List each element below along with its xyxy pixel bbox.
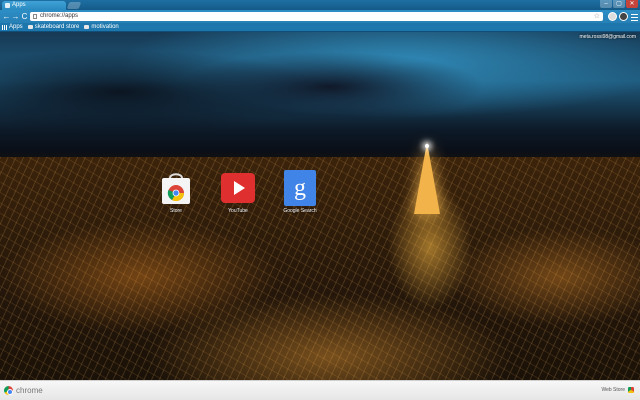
google-search-icon: g — [283, 170, 317, 206]
address-url: chrome://apps — [40, 13, 79, 19]
apps-page: meta.rossi98@gmail.com Store YouTube g G… — [0, 32, 640, 380]
bookmark-motivation[interactable]: motivation — [84, 24, 119, 30]
close-button[interactable]: ✕ — [626, 0, 638, 8]
window-controls: – ▢ ✕ — [599, 0, 638, 10]
folder-icon — [84, 25, 90, 29]
eiffel-tower — [414, 142, 440, 214]
webstore-link[interactable]: Web Store — [601, 387, 634, 393]
address-bar[interactable]: chrome://apps ☆ — [30, 12, 603, 21]
app-store[interactable]: Store — [145, 170, 207, 214]
reload-button[interactable]: C — [20, 12, 29, 21]
bookmark-apps[interactable]: Apps — [2, 24, 23, 30]
bookmark-label: skateboard store — [34, 24, 80, 30]
eiffel-light — [425, 144, 429, 148]
app-label: Google Search — [283, 208, 317, 214]
back-button[interactable]: ← — [2, 12, 11, 21]
bookmark-skateboard-store[interactable]: skateboard store — [27, 24, 80, 30]
minimize-button[interactable]: – — [600, 0, 612, 8]
tab-apps[interactable]: Apps — [2, 1, 66, 10]
apps-tab-icon — [5, 3, 10, 8]
brand-text: chrome — [16, 386, 43, 395]
toolbar: ← → C chrome://apps ☆ — [0, 10, 640, 23]
app-grid: Store YouTube g Google Search — [145, 170, 331, 214]
app-label: Store — [170, 208, 182, 214]
extension-icon[interactable] — [619, 12, 628, 21]
tab-strip: Apps – ▢ ✕ — [0, 0, 640, 10]
bookmark-label: motivation — [91, 24, 119, 30]
app-label: YouTube — [228, 208, 248, 214]
bookmarks-bar: Apps skateboard store motivation — [0, 23, 640, 32]
folder-icon — [27, 25, 33, 29]
app-google-search[interactable]: g Google Search — [269, 170, 331, 214]
bottom-bar: chrome Web Store — [0, 380, 640, 400]
new-tab-button[interactable] — [66, 2, 82, 9]
webstore-label: Web Store — [601, 387, 625, 393]
youtube-icon — [221, 170, 255, 206]
web-store-icon — [628, 387, 634, 393]
svg-text:g: g — [294, 175, 306, 201]
forward-button[interactable]: → — [11, 12, 20, 21]
extension-icon[interactable] — [608, 12, 617, 21]
chrome-web-store-icon — [159, 170, 193, 206]
bookmark-star-icon[interactable]: ☆ — [594, 12, 600, 21]
tab-title: Apps — [12, 2, 26, 8]
account-email[interactable]: meta.rossi98@gmail.com — [580, 34, 636, 40]
chrome-brand: chrome — [4, 386, 43, 395]
page-icon — [33, 14, 37, 19]
app-youtube[interactable]: YouTube — [207, 170, 269, 214]
apps-grid-icon — [2, 24, 7, 30]
maximize-button[interactable]: ▢ — [613, 0, 625, 8]
menu-icon[interactable] — [631, 12, 638, 21]
chrome-logo-icon — [4, 386, 13, 395]
bookmark-label: Apps — [9, 24, 23, 30]
